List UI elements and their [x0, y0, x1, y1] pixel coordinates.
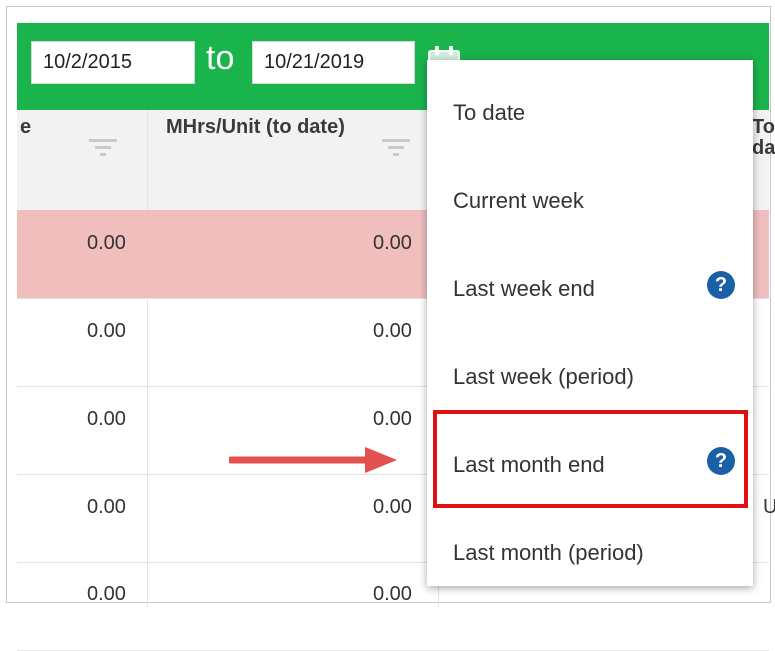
- end-date-input[interactable]: 10/21/2019: [252, 41, 415, 84]
- column-filter-icon[interactable]: [382, 137, 410, 159]
- date-range-to-label: to: [206, 39, 235, 77]
- menu-item-label: Last week (period): [453, 364, 634, 389]
- highlight-annotation-box: [433, 410, 748, 508]
- menu-item-label: Last week end: [453, 276, 595, 301]
- table-cell: 0.00: [87, 232, 126, 254]
- menu-item-last-week-period[interactable]: Last week (period): [427, 334, 753, 422]
- menu-item-label: To date: [453, 100, 526, 125]
- column-header-mhrs-unit: MHrs/Unit (to date): [166, 116, 345, 138]
- menu-item-label: Current week: [453, 188, 584, 213]
- question-circle-icon[interactable]: ?: [707, 271, 735, 299]
- menu-item-last-month-period[interactable]: Last month (period): [427, 510, 753, 598]
- table-cell: 0.00: [87, 496, 126, 518]
- table-cell: 0.00: [373, 583, 412, 605]
- table-cell: 0.00: [373, 320, 412, 342]
- menu-item-last-week-end[interactable]: Last week end ?: [427, 246, 753, 334]
- column-header-partial-right: To da: [752, 117, 775, 159]
- column-filter-icon[interactable]: [89, 137, 117, 159]
- menu-item-label: Last month (period): [453, 540, 644, 565]
- start-date-input[interactable]: 10/2/2015: [31, 41, 195, 84]
- table-cell: U: [763, 496, 775, 518]
- table-cell: 0.00: [373, 232, 412, 254]
- column-header-partial: e: [20, 116, 32, 138]
- table-cell: 0.00: [373, 496, 412, 518]
- table-cell: 0.00: [373, 408, 412, 430]
- table-cell: 0.00: [87, 320, 126, 342]
- menu-item-current-week[interactable]: Current week: [427, 158, 753, 246]
- annotation-arrow-icon: [229, 447, 397, 473]
- table-cell: 0.00: [87, 583, 126, 605]
- table-cell: 0.00: [87, 408, 126, 430]
- menu-item-to-date[interactable]: To date: [427, 70, 753, 158]
